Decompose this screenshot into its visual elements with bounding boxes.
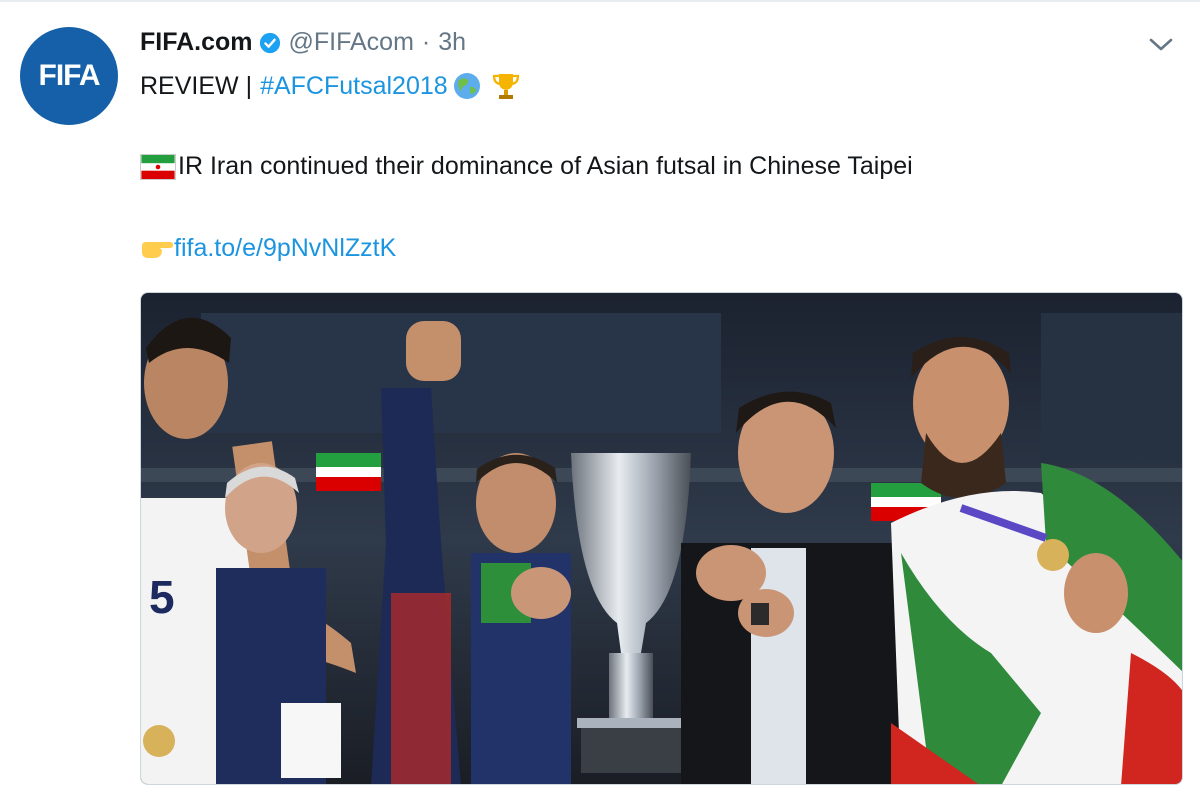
tweet-header: FIFA.com @FIFAcom · 3h: [140, 28, 466, 57]
tweet-media-photo[interactable]: 5: [140, 292, 1183, 785]
hashtag-link[interactable]: #AFCFutsal2018: [260, 72, 448, 101]
tweet-card[interactable]: FIFA FIFA.com @FIFAcom · 3h REVIEW | #AF…: [0, 0, 1200, 800]
user-handle[interactable]: @FIFAcom: [289, 28, 414, 57]
verified-badge-icon: [259, 32, 280, 53]
tweet-body-text: IR Iran continued their dominance of Asi…: [178, 152, 913, 180]
tweet-line-body: IR Iran continued their dominance of Asi…: [140, 152, 913, 181]
avatar-logo-text: FIFA: [38, 59, 101, 92]
display-name[interactable]: FIFA.com: [140, 28, 253, 57]
tweet-line-link: fifa.to/e/9pNvNlZztK: [140, 234, 396, 263]
chevron-down-icon[interactable]: [1146, 32, 1176, 56]
svg-text:5: 5: [149, 571, 175, 623]
celebration-photo: 5: [141, 293, 1182, 784]
tweet-link[interactable]: fifa.to/e/9pNvNlZztK: [174, 234, 396, 263]
timestamp[interactable]: 3h: [438, 28, 466, 57]
iran-flag-icon: [140, 153, 176, 180]
avatar[interactable]: FIFA: [20, 27, 118, 125]
pointing-right-icon: [142, 241, 173, 258]
tweet-line-review: REVIEW | #AFCFutsal2018: [140, 70, 522, 102]
trophy-icon: [492, 74, 519, 99]
review-prefix: REVIEW |: [140, 71, 253, 100]
separator-dot: ·: [421, 28, 431, 56]
globe-asia-icon: [453, 73, 480, 99]
